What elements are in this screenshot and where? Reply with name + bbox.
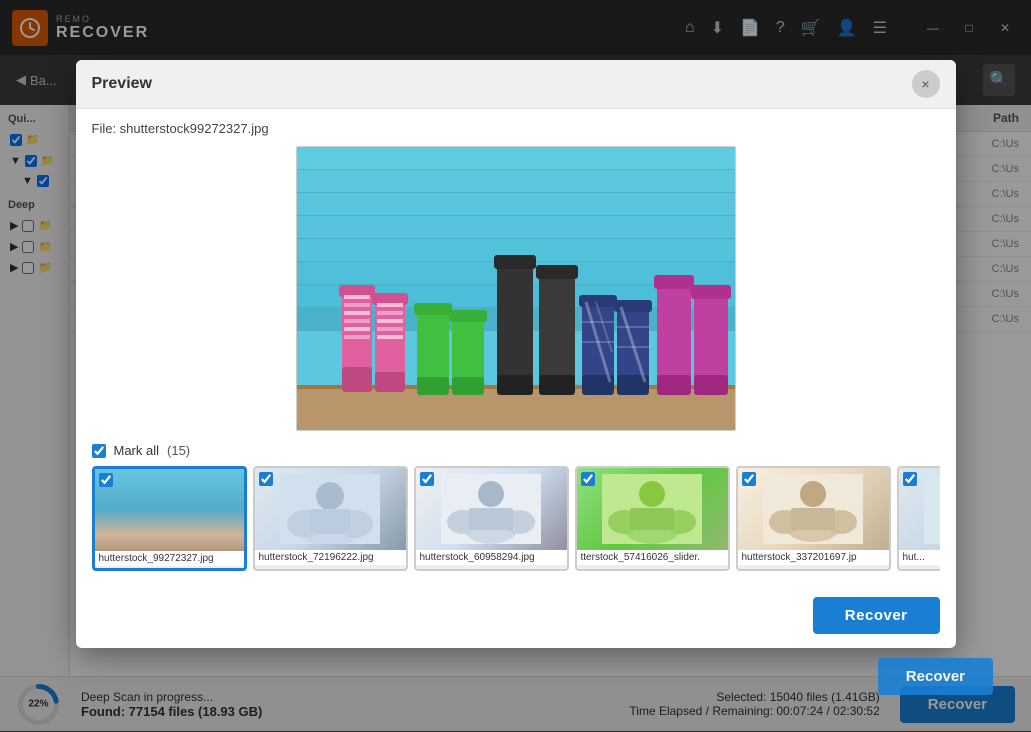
recover-button-background: Recover [878,658,993,695]
thumb-name-3: hutterstock_60958294.jpg [416,550,567,565]
recover-button-modal[interactable]: Recover [813,597,940,634]
preview-svg [297,147,736,431]
thumb-name-4: tterstock_57416026_slider. [577,550,728,565]
thumb-name-5: hutterstock_337201697.jp [738,550,889,565]
modal-header: Preview × [76,60,956,109]
preview-image [296,146,736,431]
thumbnail-strip-header: Mark all (15) [92,443,940,458]
preview-modal: Preview × File: shutterstock99272327.jpg [76,60,956,648]
file-info: File: shutterstock99272327.jpg [92,121,940,136]
mark-all-checkbox[interactable] [92,444,106,458]
recover-button-bg[interactable]: Recover [878,658,993,695]
modal-body: File: shutterstock99272327.jpg [76,109,956,587]
thumbnail-item-5[interactable]: hutterstock_337201697.jp [736,466,891,571]
thumbnail-item-1[interactable]: hutterstock_99272327.jpg [92,466,247,571]
thumbnail-item-6[interactable]: hut... [897,466,940,571]
thumb-name-6: hut... [899,550,940,565]
preview-image-container [92,146,940,431]
modal-footer: Recover [76,587,956,648]
modal-title: Preview [92,75,152,93]
thumb-name-1: hutterstock_99272327.jpg [95,551,244,566]
mark-all-count: (15) [167,443,190,458]
thumbnail-item-2[interactable]: hutterstock_72196222.jpg [253,466,408,571]
thumbnail-item-3[interactable]: hutterstock_60958294.jpg [414,466,569,571]
thumbnail-item-4[interactable]: tterstock_57416026_slider. [575,466,730,571]
modal-close-button[interactable]: × [912,70,940,98]
thumb-name-2: hutterstock_72196222.jpg [255,550,406,565]
modal-overlay: Preview × File: shutterstock99272327.jpg [0,0,1031,731]
mark-all-label: Mark all [114,443,160,458]
thumbnail-strip: hutterstock_99272327.jpg [92,466,940,575]
